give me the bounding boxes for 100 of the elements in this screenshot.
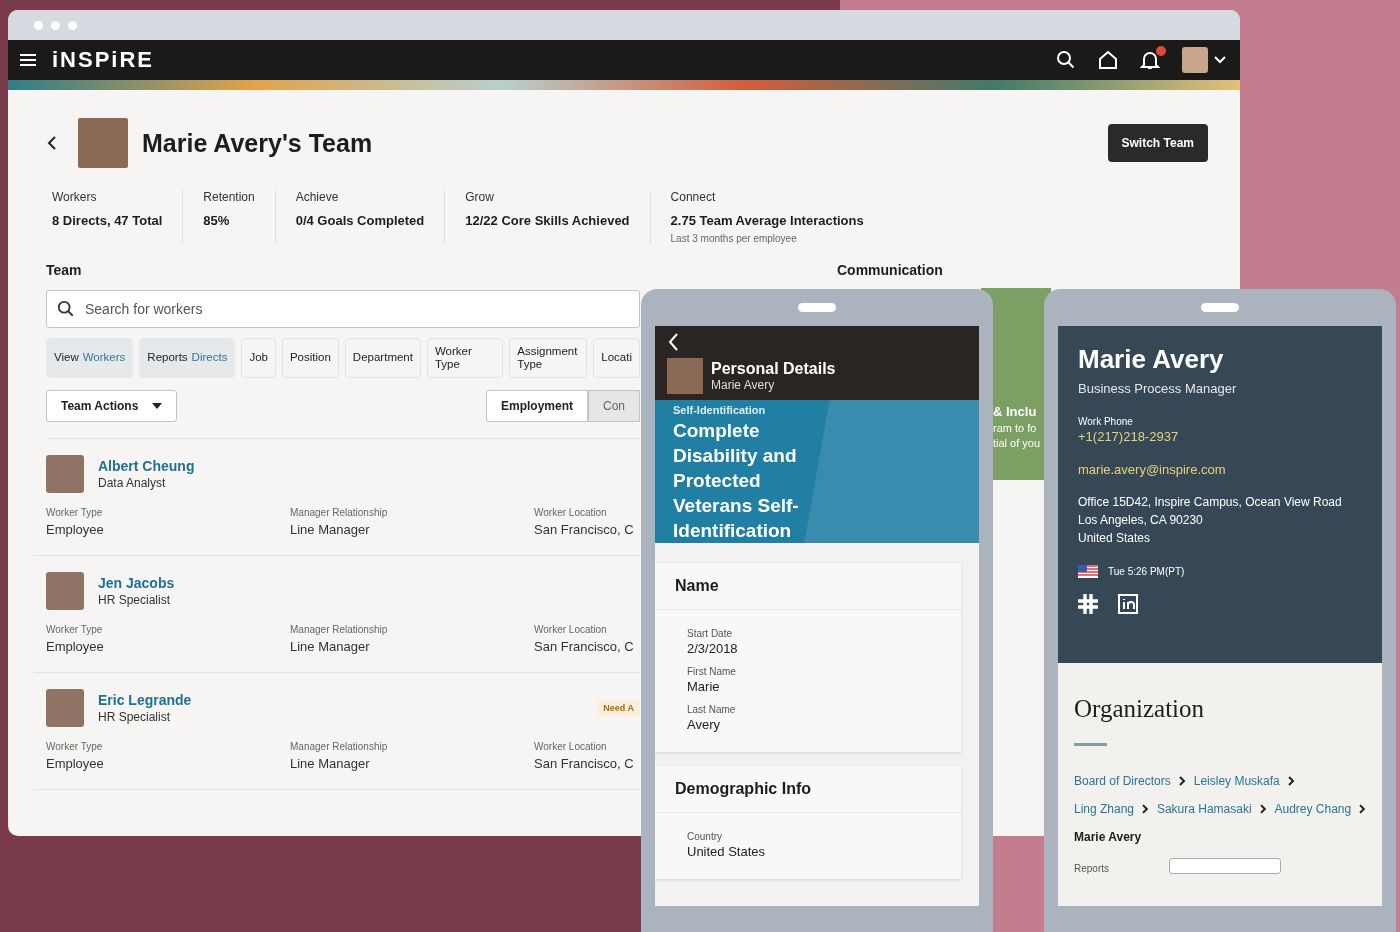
chevron-icon [1178, 776, 1186, 786]
field-label: Worker Type [46, 624, 103, 635]
address-line: Los Angeles, CA 90230 [1078, 513, 1204, 527]
worker-name-link[interactable]: Albert Cheung [98, 458, 195, 474]
worker-role: HR Specialist [98, 710, 172, 724]
local-time: Tue 5:26 PM(PT) [1108, 566, 1185, 577]
metric-note: Last 3 months per employee [670, 233, 798, 244]
metric-label: Grow [465, 190, 495, 204]
back-icon[interactable] [46, 135, 58, 151]
address-line: Office 15D42, Inspire Campus, Ocean View Road [1078, 495, 1343, 509]
notification-dot [1156, 46, 1166, 56]
card-title: Name [655, 563, 961, 610]
current-person: Marie Avery [1074, 830, 1143, 844]
status-badge: Need A [597, 700, 640, 716]
bell-icon[interactable] [1140, 50, 1160, 70]
back-icon[interactable] [667, 332, 679, 352]
window-dot [51, 20, 60, 30]
field-label: Worker Location [534, 624, 607, 635]
field-value: Avery [687, 717, 721, 732]
worker-name-link[interactable]: Eric Legrande [98, 692, 192, 708]
metric-label: Connect [670, 190, 717, 204]
metric-value: 8 Directs, 47 Total [52, 213, 163, 228]
field-value: Line Manager [290, 522, 370, 537]
search-field[interactable]: Search for workers [46, 290, 640, 328]
screen-title: Personal Details [711, 360, 836, 378]
field-value: Line Manager [290, 639, 370, 654]
filter-chip[interactable]: Assignment Type [509, 338, 588, 378]
home-icon[interactable] [1098, 50, 1118, 70]
field-value: San Francisco, C [534, 522, 634, 537]
photo-placeholder [46, 455, 84, 493]
filter-chip[interactable]: Department [344, 338, 421, 378]
field-value: San Francisco, C [534, 639, 634, 654]
section-heading: Communication [837, 262, 944, 278]
chevron-icon [1359, 804, 1366, 814]
profile-name: Marie Avery [1078, 344, 1225, 375]
switch-team-button[interactable]: Switch Team [1107, 124, 1208, 162]
breadcrumb-link[interactable]: Audrey Chang [1274, 802, 1352, 816]
metric-value: 85% [203, 213, 231, 228]
worker-name-link[interactable]: Jen Jacobs [98, 575, 175, 591]
filter-chip[interactable]: Locati [593, 338, 640, 378]
menu-icon[interactable] [18, 52, 38, 68]
photo-placeholder [46, 689, 84, 727]
breadcrumb-link[interactable]: Sakura Hamasaki [1156, 802, 1252, 816]
view-tab[interactable]: Employment [485, 390, 588, 422]
field-label: Manager Relationship [290, 507, 388, 518]
field-label: Manager Relationship [290, 741, 388, 752]
field-label: First Name [687, 666, 737, 677]
caret-icon [152, 403, 163, 409]
metric-value: 12/22 Core Skills Achieved [465, 213, 630, 228]
banner-title: Complete Disability and Protected Veterans Self-Identification [673, 419, 800, 543]
card-title: & Inclu [993, 404, 1038, 419]
window-dot [68, 20, 77, 30]
field-label: Worker Type [46, 741, 103, 752]
field-label: Country [687, 831, 723, 842]
team-actions-dropdown[interactable]: Team Actions [46, 390, 178, 422]
breadcrumb-link[interactable]: Ling Zhang [1074, 802, 1135, 816]
screen-subtitle: Marie Avery [711, 378, 776, 392]
search-icon [57, 300, 75, 318]
field-value: Line Manager [290, 756, 370, 771]
breadcrumb-link[interactable]: Board of Directors [1074, 774, 1171, 788]
app-logo: iNSPiRE [52, 47, 155, 73]
metric-value: 0/4 Goals Completed [295, 213, 425, 228]
field-value: Employee [46, 522, 104, 537]
filter-chip[interactable]: Job [241, 338, 276, 378]
filter-chip[interactable]: Position [281, 338, 339, 378]
chevron-icon [1142, 804, 1149, 814]
metric-label: Achieve [295, 190, 340, 204]
field-label: Last Name [687, 704, 737, 715]
card-text: ram to fo [993, 422, 1038, 434]
field-value: San Francisco, C [534, 756, 634, 771]
hash-icon[interactable] [1078, 594, 1098, 614]
photo-placeholder [46, 572, 84, 610]
caret-icon[interactable] [1214, 56, 1226, 64]
flag-icon [1078, 565, 1098, 578]
field-label: Manager Relationship [290, 624, 388, 635]
filter-chip[interactable]: Worker Type [426, 338, 504, 378]
field-label: Reports [1074, 863, 1109, 874]
banner-eyebrow: Self-Identification [673, 404, 767, 416]
field-value: 2/3/2018 [687, 641, 739, 656]
breadcrumb-link[interactable]: Leisley Muskafa [1193, 774, 1280, 788]
phone-speaker [798, 303, 836, 312]
field-value: Marie [687, 679, 721, 694]
profile-title: Business Process Manager [1078, 381, 1238, 396]
field-value: Employee [46, 639, 104, 654]
field-label: Worker Type [46, 507, 103, 518]
phone-speaker [1201, 303, 1239, 312]
filter-chip[interactable]: Reports Directs [139, 338, 236, 378]
email-link[interactable]: marie.avery@inspire.com [1078, 462, 1362, 477]
search-icon[interactable] [1056, 50, 1076, 70]
phone-link[interactable]: +1(217)218-2937 [1078, 429, 1362, 444]
view-tab[interactable]: Con [588, 390, 640, 422]
address-line: United States [1078, 531, 1152, 545]
filter-chip[interactable]: View Workers [46, 338, 134, 378]
section-heading: Team [46, 262, 83, 278]
linkedin-icon[interactable] [1118, 594, 1138, 614]
card-title: Demographic Info [655, 766, 961, 813]
section-heading: Organization [1074, 695, 1206, 723]
photo-placeholder [78, 118, 128, 168]
card-text: tial of you [993, 437, 1042, 449]
field-value: United States [687, 844, 767, 859]
